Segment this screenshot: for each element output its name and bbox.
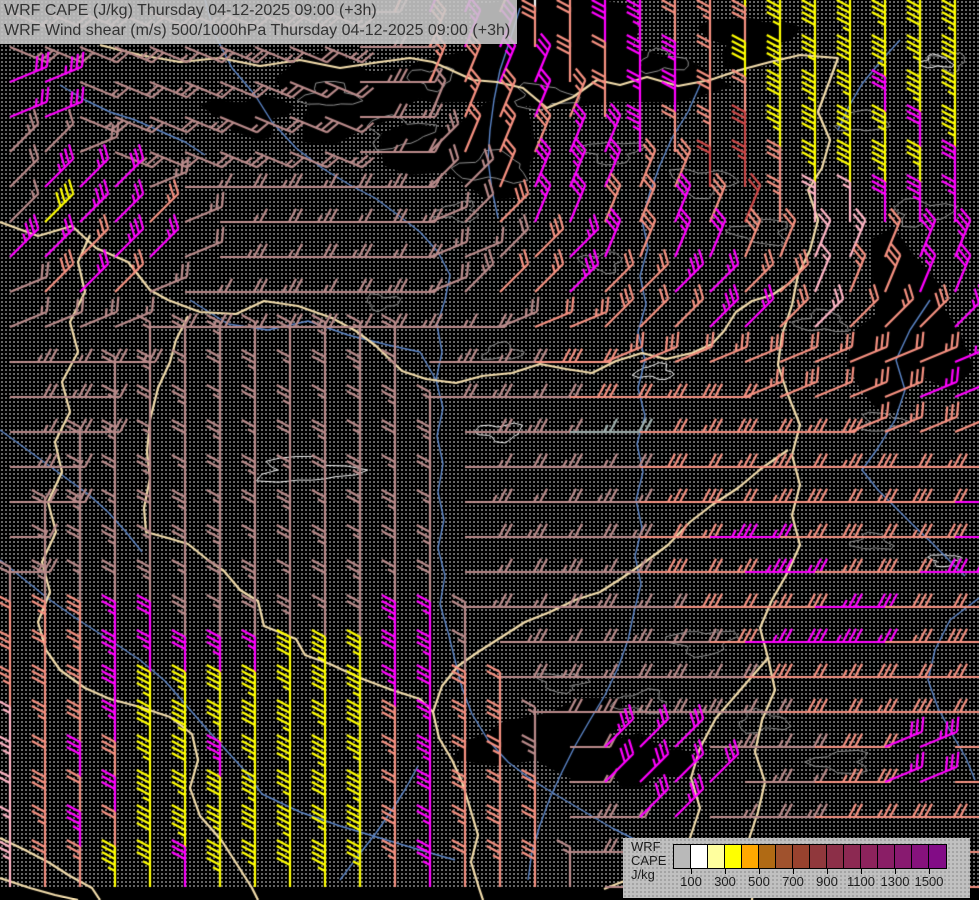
legend-swatch <box>810 845 827 868</box>
legend-swatch <box>691 845 708 868</box>
legend-swatch <box>929 845 946 868</box>
legend-tick-label: 1500 <box>914 874 944 889</box>
legend-swatch <box>912 845 929 868</box>
legend-swatch <box>776 845 793 868</box>
legend-color-bar <box>673 844 947 869</box>
legend-label-wrf: WRF <box>631 839 661 854</box>
title-cape-line: WRF CAPE (J/kg) Thursday 04-12-2025 09:0… <box>4 2 377 19</box>
cape-legend: WRF CAPE J/kg 100 300 500 700 900 1100 1300 150… <box>623 838 970 898</box>
title-windshear-line: WRF Wind shear (m/s) 500/1000hPa Thursda… <box>4 22 511 39</box>
legend-swatch <box>742 845 759 868</box>
legend-label-block: WRF CAPE J/kg <box>631 840 666 882</box>
legend-label-cape: CAPE <box>631 853 667 868</box>
map-title-overlay: WRF CAPE (J/kg) Thursday 04-12-2025 09:0… <box>0 0 518 44</box>
legend-swatch <box>725 845 742 868</box>
legend-swatch <box>878 845 895 868</box>
legend-swatch <box>674 845 691 868</box>
legend-swatch <box>759 845 776 868</box>
legend-swatch <box>708 845 725 868</box>
legend-swatch <box>861 845 878 868</box>
map-viewport: WRF CAPE (J/kg) Thursday 04-12-2025 09:0… <box>0 0 979 900</box>
legend-swatch <box>793 845 810 868</box>
legend-swatch <box>827 845 844 868</box>
weather-map-canvas <box>0 0 979 900</box>
legend-swatch <box>844 845 861 868</box>
legend-swatch <box>895 845 912 868</box>
legend-label-unit: J/kg <box>631 867 655 882</box>
